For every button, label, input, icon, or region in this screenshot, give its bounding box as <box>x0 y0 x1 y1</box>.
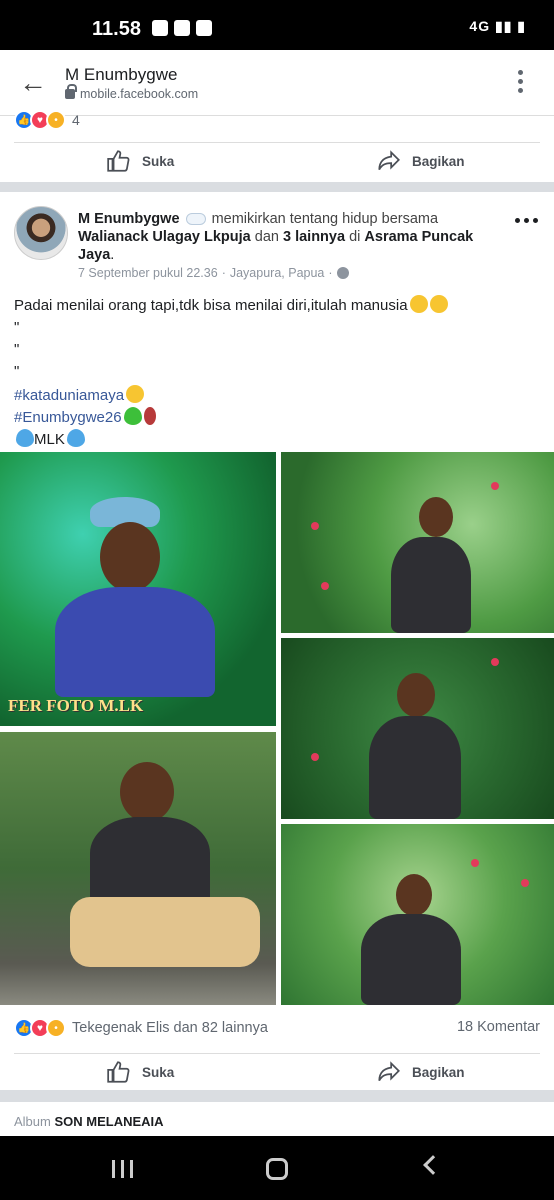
url-text: mobile.facebook.com <box>80 87 199 101</box>
reaction-count: 4 <box>72 112 80 128</box>
activity-text: memikirkan tentang hidup bersama <box>211 211 439 227</box>
laughing-emoji-icon <box>126 385 145 403</box>
quote-mark: " <box>14 363 20 380</box>
album-header: Album SON MELANEAIA <box>0 1102 554 1136</box>
system-nav-bar <box>0 1136 554 1200</box>
home-icon[interactable] <box>266 1158 288 1180</box>
thought-bubble-icon <box>185 213 206 226</box>
meta-separator: · <box>328 266 333 280</box>
recent-apps-icon[interactable] <box>112 1160 133 1178</box>
grinning-emoji-icon <box>409 295 428 313</box>
reactions-summary[interactable]: 👍 ♥ • Tekegenak Elis dan 82 lainnya <box>14 1018 268 1038</box>
notification-icons <box>152 20 212 36</box>
photo-watermark: FER FOTO M.LK <box>8 696 144 715</box>
author-name[interactable]: M Enumbygwe <box>78 211 180 227</box>
status-time: 11.58 <box>92 18 141 40</box>
care-reaction-icon: • <box>46 110 66 130</box>
post-photo[interactable] <box>0 732 276 1005</box>
back-arrow-icon[interactable]: ← <box>18 68 48 98</box>
post-text-main: Padai menilai orang tapi,tdk bisa menila… <box>14 297 408 314</box>
like-button[interactable]: Suka <box>106 1059 174 1085</box>
whatsapp-icon <box>174 20 190 36</box>
album-label: Album <box>14 1114 51 1129</box>
browser-menu-button[interactable] <box>516 70 524 96</box>
hashtag-line: #kataduniamaya <box>14 384 544 406</box>
others-link[interactable]: 3 lainnya <box>283 229 345 245</box>
previous-post-footer: 👍 ♥ • 4 Suka Bagikan <box>0 110 554 182</box>
mlk-text: MLK <box>34 431 65 448</box>
green-heart-icon <box>123 407 142 425</box>
share-label: Bagikan <box>412 153 465 169</box>
and-text: dan <box>254 229 279 245</box>
share-button[interactable]: Bagikan <box>376 1059 465 1085</box>
post-meta: 7 September pukul 22.36 · Jayapura, Papu… <box>78 266 349 280</box>
hashtag-line: #Enumbygwe26 <box>14 406 544 428</box>
thumbs-up-icon <box>107 1061 130 1083</box>
post-body: Padai menilai orang tapi,tdk bisa menila… <box>14 294 544 450</box>
thumbs-up-icon <box>107 150 130 172</box>
globe-icon <box>336 267 349 279</box>
network-label: 4G <box>469 18 491 34</box>
post-place[interactable]: Jayapura, Papua <box>230 266 325 280</box>
reaction-text: Tekegenak Elis dan 82 lainnya <box>72 1020 268 1036</box>
network-indicator: 4G ▮▮ ▮ <box>469 18 526 34</box>
blue-heart-icon <box>66 429 85 447</box>
url-display[interactable]: mobile.facebook.com <box>65 84 199 101</box>
hashtag-link[interactable]: #kataduniamaya <box>14 387 124 404</box>
post-header: M Enumbygwe memikirkan tentang hidup ber… <box>78 211 474 263</box>
post-card: M Enumbygwe memikirkan tentang hidup ber… <box>0 192 554 1090</box>
tagged-user[interactable]: Walianack Ulagay Lkpuja <box>78 229 251 245</box>
post-photo[interactable] <box>281 824 554 1005</box>
share-button[interactable]: Bagikan <box>376 148 465 174</box>
post-photo[interactable] <box>281 638 554 819</box>
post-photo[interactable]: FER FOTO M.LK <box>0 452 276 726</box>
share-arrow-icon <box>378 150 400 171</box>
facebook-icon <box>152 20 168 36</box>
share-arrow-icon <box>378 1061 400 1082</box>
hashtag-link[interactable]: #Enumbygwe26 <box>14 409 122 426</box>
wilted-rose-icon <box>143 407 156 425</box>
avatar[interactable] <box>14 206 68 260</box>
blue-heart-icon <box>16 429 34 447</box>
quote-mark: " <box>14 341 20 358</box>
post-photo[interactable] <box>281 452 554 633</box>
post-text: Padai menilai orang tapi,tdk bisa menila… <box>14 294 544 316</box>
shirt <box>55 587 215 697</box>
meta-separator: · <box>221 266 226 280</box>
post-options-button[interactable] <box>515 218 538 223</box>
comments-link[interactable]: 18 Komentar <box>457 1019 540 1035</box>
browser-header: ← M Enumbygwe mobile.facebook.com <box>0 50 554 116</box>
chrome-icon <box>196 20 212 36</box>
clapping-hands-icon <box>429 295 448 313</box>
quote-mark: " <box>14 319 20 336</box>
back-icon[interactable] <box>423 1155 443 1175</box>
status-bar: 11.58 4G ▮▮ ▮ <box>0 0 554 50</box>
divider <box>14 1053 540 1054</box>
lock-icon <box>65 84 77 99</box>
reactions-summary[interactable]: 👍 ♥ • 4 <box>14 110 80 130</box>
in-text: di <box>349 229 361 245</box>
care-reaction-icon: • <box>46 1018 66 1038</box>
share-label: Bagikan <box>412 1064 465 1080</box>
post-date[interactable]: 7 September pukul 22.36 <box>78 266 218 280</box>
page-title: M Enumbygwe <box>65 65 178 84</box>
album-name[interactable]: SON MELANEAIA <box>54 1114 163 1129</box>
like-label: Suka <box>142 1064 175 1080</box>
divider <box>14 142 540 143</box>
like-label: Suka <box>142 153 175 169</box>
like-button[interactable]: Suka <box>106 148 174 174</box>
mlk-line: MLK <box>14 428 544 450</box>
face <box>100 522 160 592</box>
